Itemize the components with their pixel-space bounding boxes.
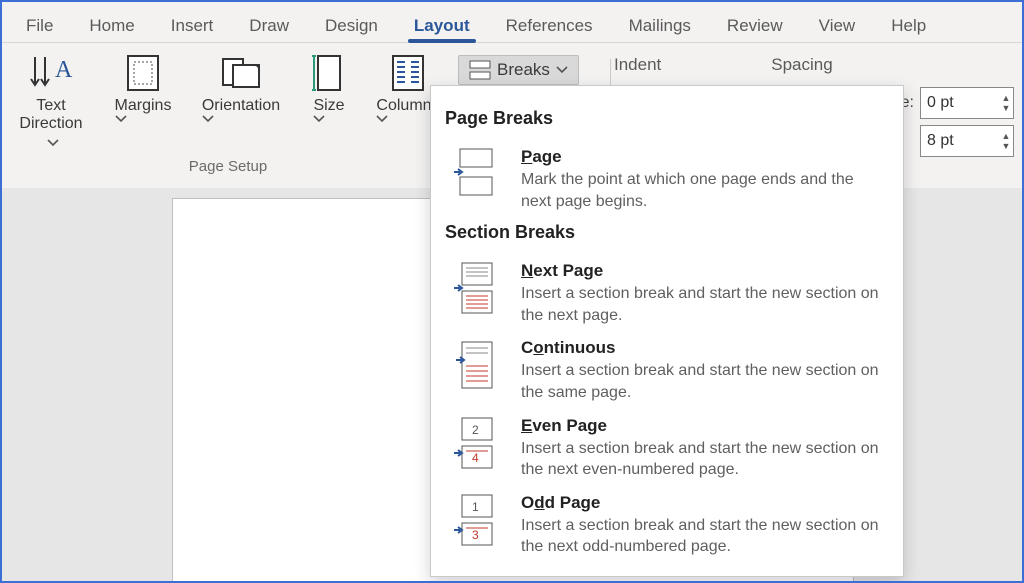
- group-page-setup: A Text Direction Margins: [2, 43, 454, 179]
- breaks-dropdown: Page Breaks Page Mark the point at which…: [430, 85, 904, 577]
- odd-page-icon: 1 3: [449, 493, 503, 558]
- margins-button[interactable]: Margins: [104, 51, 182, 152]
- text-direction-label: Text Direction: [12, 97, 90, 152]
- svg-text:3: 3: [472, 528, 479, 542]
- chevron-down-icon: [115, 115, 127, 123]
- text-direction-button[interactable]: A Text Direction: [12, 51, 90, 152]
- size-label: Size: [313, 97, 344, 114]
- continuous-icon: [449, 338, 503, 403]
- tab-insert[interactable]: Insert: [153, 8, 232, 42]
- size-icon: [310, 51, 348, 95]
- break-continuous-item[interactable]: Continuous Insert a section break and st…: [445, 332, 889, 409]
- chevron-down-icon: [376, 115, 388, 123]
- chevron-down-icon: [202, 115, 214, 123]
- spacing-controls: e: 0 pt ▲▼ 8 pt ▲▼: [894, 87, 1014, 157]
- svg-text:4: 4: [472, 451, 479, 465]
- break-page-title: age: [532, 147, 561, 166]
- orientation-icon: [219, 51, 263, 95]
- ribbon-tabs: File Home Insert Draw Design Layout Refe…: [2, 2, 1022, 43]
- svg-text:2: 2: [472, 423, 479, 437]
- orientation-label: Orientation: [202, 97, 280, 114]
- chevron-down-icon: [47, 139, 59, 147]
- even-page-icon: 2 4: [449, 416, 503, 481]
- spin-down-icon[interactable]: ▼: [999, 141, 1013, 151]
- tab-file[interactable]: File: [8, 8, 71, 42]
- page-break-icon: [449, 147, 503, 212]
- svg-text:1: 1: [472, 500, 479, 514]
- break-next-page-desc: Insert a section break and start the new…: [521, 283, 885, 326]
- section-breaks-header: Section Breaks: [445, 222, 889, 243]
- indent-label: Indent: [614, 55, 661, 75]
- page-breaks-header: Page Breaks: [445, 108, 889, 129]
- spacing-after-input[interactable]: 8 pt ▲▼: [920, 125, 1014, 157]
- break-even-page-desc: Insert a section break and start the new…: [521, 438, 885, 481]
- breaks-icon: [469, 60, 491, 80]
- size-button[interactable]: Size: [300, 51, 358, 152]
- break-page-item[interactable]: Page Mark the point at which one page en…: [445, 141, 889, 218]
- columns-icon: [389, 51, 427, 95]
- chevron-down-icon: [313, 115, 325, 123]
- tab-design[interactable]: Design: [307, 8, 396, 42]
- spacing-before-input[interactable]: 0 pt ▲▼: [920, 87, 1014, 119]
- tab-help[interactable]: Help: [873, 8, 944, 42]
- text-direction-icon: A: [29, 51, 73, 95]
- tab-draw[interactable]: Draw: [231, 8, 307, 42]
- chevron-down-icon: [556, 66, 568, 74]
- spacing-label: Spacing: [771, 55, 832, 75]
- break-odd-page-item[interactable]: 1 3 Odd Page Insert a section break and …: [445, 487, 889, 564]
- tab-home[interactable]: Home: [71, 8, 152, 42]
- tab-view[interactable]: View: [801, 8, 874, 42]
- breaks-button[interactable]: Breaks: [458, 55, 579, 85]
- spacing-after-value: 8 pt: [921, 132, 999, 150]
- margins-icon: [124, 51, 162, 95]
- word-window: File Home Insert Draw Design Layout Refe…: [0, 0, 1024, 583]
- tab-references[interactable]: References: [488, 8, 611, 42]
- next-page-icon: [449, 261, 503, 326]
- break-page-title-u: P: [521, 147, 532, 166]
- margins-label: Margins: [115, 97, 172, 114]
- break-continuous-desc: Insert a section break and start the new…: [521, 360, 885, 403]
- break-odd-page-desc: Insert a section break and start the new…: [521, 515, 885, 558]
- break-page-desc: Mark the point at which one page ends an…: [521, 169, 885, 212]
- paragraph-group-labels: Indent Spacing: [614, 55, 833, 75]
- tab-layout[interactable]: Layout: [396, 8, 488, 42]
- breaks-label: Breaks: [497, 60, 550, 80]
- spacing-before-value: 0 pt: [921, 94, 999, 112]
- break-next-page-item[interactable]: Next Page Insert a section break and sta…: [445, 255, 889, 332]
- spin-up-icon[interactable]: ▲: [999, 131, 1013, 141]
- svg-text:A: A: [55, 57, 73, 83]
- group-page-setup-label: Page Setup: [189, 158, 267, 175]
- tab-review[interactable]: Review: [709, 8, 801, 42]
- orientation-button[interactable]: Orientation: [196, 51, 286, 152]
- spin-down-icon[interactable]: ▼: [999, 103, 1013, 113]
- tab-mailings[interactable]: Mailings: [611, 8, 709, 42]
- break-even-page-item[interactable]: 2 4 Even Page Insert a section break and…: [445, 410, 889, 487]
- ribbon: A Text Direction Margins: [2, 43, 1022, 189]
- spin-up-icon[interactable]: ▲: [999, 93, 1013, 103]
